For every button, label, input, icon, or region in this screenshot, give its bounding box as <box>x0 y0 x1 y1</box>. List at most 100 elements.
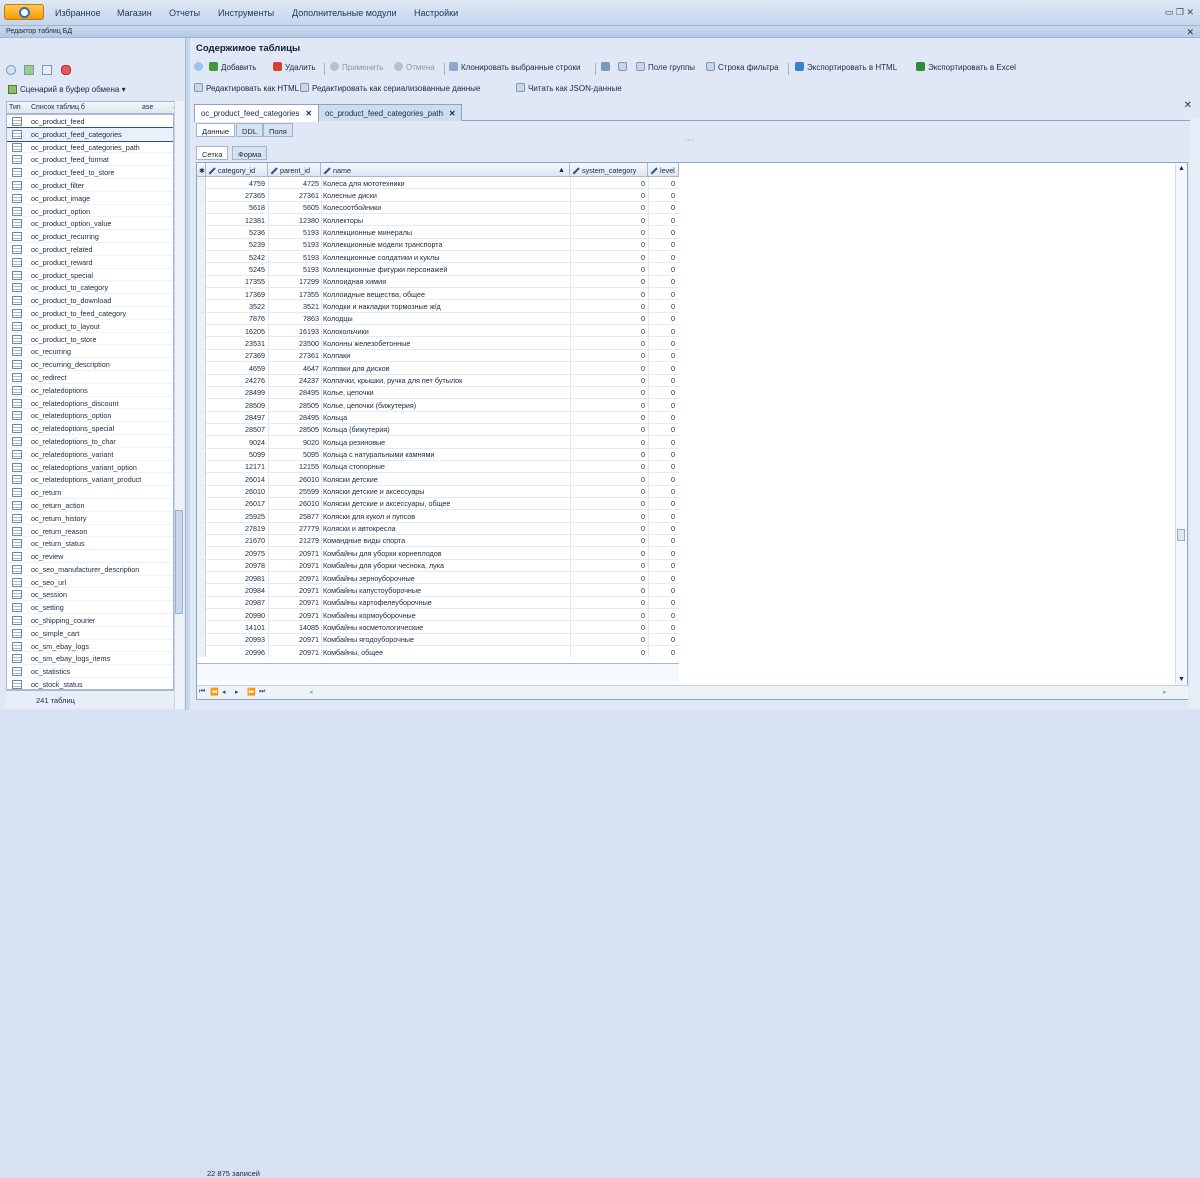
cell-parent-id[interactable]: 12155 <box>299 462 319 471</box>
next-page-icon[interactable]: ⏩ <box>247 688 256 696</box>
table-row[interactable]: 9024 9020 Кольца резиновые 0 0 <box>197 436 679 449</box>
cell-name[interactable]: Колье, цепочки <box>323 388 374 397</box>
cell-name[interactable]: Комбайны ягодоуборочные <box>323 635 414 644</box>
row-selector[interactable] <box>197 633 206 646</box>
col-parent-id[interactable]: parent_id <box>268 163 321 177</box>
table-list-item[interactable]: oc_product_image <box>7 192 173 205</box>
table-row[interactable]: 27819 27779 Коляски и автокресла 0 0 <box>197 522 679 535</box>
cell-name[interactable]: Коллекционные минералы <box>323 228 412 237</box>
cell-system-category[interactable]: 0 <box>641 364 645 373</box>
table-row[interactable]: 5099 5095 Кольца с натуральными камнями 0 0 <box>197 448 679 461</box>
table-list-item[interactable]: oc_return_reason <box>7 525 173 538</box>
row-selector[interactable] <box>197 621 206 634</box>
cell-name[interactable]: Колонны железобетонные <box>323 339 410 348</box>
table-row[interactable]: 20984 20971 Комбайны капустоуборочные 0 0 <box>197 584 679 597</box>
row-selector[interactable] <box>197 263 206 276</box>
menu-reports[interactable]: Отчеты <box>169 8 200 18</box>
table-list-item[interactable]: oc_product_reward <box>7 256 173 269</box>
row-selector[interactable] <box>197 399 206 412</box>
table-list-item[interactable]: oc_session <box>7 588 173 602</box>
cell-level[interactable]: 0 <box>671 203 675 212</box>
cell-parent-id[interactable]: 20971 <box>299 561 319 570</box>
cell-level[interactable]: 0 <box>671 290 675 299</box>
table-list-item[interactable]: oc_sm_ebay_logs_items <box>7 652 173 666</box>
col-level[interactable]: level <box>648 163 679 177</box>
clipboard-script-dropdown[interactable]: Сценарий в буфер обмена ▾ <box>8 85 126 94</box>
cell-name[interactable]: Колесные диски <box>323 191 377 200</box>
cell-system-category[interactable]: 0 <box>641 561 645 570</box>
row-selector[interactable] <box>197 325 206 338</box>
cell-parent-id[interactable]: 12380 <box>299 216 319 225</box>
cell-parent-id[interactable]: 28505 <box>299 401 319 410</box>
cell-parent-id[interactable]: 7863 <box>303 314 319 323</box>
cell-level[interactable]: 0 <box>671 549 675 558</box>
cell-name[interactable]: Кольца резиновые <box>323 438 385 447</box>
table-list-item[interactable]: oc_relatedoptions_discount <box>7 397 173 410</box>
panel-grip[interactable]: ···· <box>685 137 694 144</box>
cell-level[interactable]: 0 <box>671 487 675 496</box>
cell-level[interactable]: 0 <box>671 179 675 188</box>
cell-level[interactable]: 0 <box>671 351 675 360</box>
menu-settings[interactable]: Настройки <box>414 8 458 18</box>
cell-name[interactable]: Коляски детские и аксессуары, общее <box>323 499 450 508</box>
app-menu-button[interactable] <box>4 4 44 20</box>
table-row[interactable]: 26017 26010 Коляски детские и аксессуары, … <box>197 497 679 511</box>
cell-name[interactable]: Коляски и автокресла <box>323 524 396 533</box>
row-selector[interactable] <box>197 646 206 657</box>
tab-grid[interactable]: Сетка <box>196 146 229 160</box>
cell-system-category[interactable]: 0 <box>641 388 645 397</box>
cell-system-category[interactable]: 0 <box>641 425 645 434</box>
table-list-item[interactable]: oc_relatedoptions_option <box>7 409 173 423</box>
cell-parent-id[interactable]: 20971 <box>299 598 319 607</box>
cell-parent-id[interactable]: 28495 <box>299 388 319 397</box>
cell-name[interactable]: Комбайны для уборки корнеплодов <box>323 549 442 558</box>
prev-page-icon[interactable]: ⏪ <box>210 688 219 696</box>
next-record-icon[interactable]: ▸ <box>235 688 239 696</box>
table-row[interactable]: 12381 12380 Коллекторы 0 0 <box>197 214 679 227</box>
table-list-item[interactable]: oc_product_related <box>7 243 173 256</box>
cell-category-id[interactable]: 5099 <box>249 450 265 459</box>
table-row[interactable]: 5245 5193 Коллекционные фигурки персонажей… <box>197 263 679 276</box>
cell-category-id[interactable]: 28509 <box>245 401 265 410</box>
table-list-item[interactable]: oc_relatedoptions_variant_option <box>7 461 173 474</box>
table-row[interactable]: 26014 26010 Коляски детские 0 0 <box>197 473 679 486</box>
scroll-left-icon[interactable]: ◂ <box>309 688 313 696</box>
cell-name[interactable]: Комбайны косметологические <box>323 623 423 632</box>
table-row[interactable]: 20978 20971 Комбайны для уборки чеснока, л… <box>197 559 679 572</box>
table-list-item[interactable]: oc_product_option <box>7 205 173 218</box>
table-row[interactable]: 24276 24237 Колпачки, крышки, ручка для пе… <box>197 374 679 387</box>
table-row[interactable]: 5242 5193 Коллекционные солдатики и куклы 0… <box>197 251 679 264</box>
cell-level[interactable]: 0 <box>671 512 675 521</box>
cell-system-category[interactable]: 0 <box>641 228 645 237</box>
cell-system-category[interactable]: 0 <box>641 191 645 200</box>
table-list-item[interactable]: oc_product_option_value <box>7 217 173 231</box>
row-selector[interactable] <box>197 584 206 597</box>
cell-level[interactable]: 0 <box>671 191 675 200</box>
table-list-item[interactable]: oc_product_feed_categories <box>7 126 173 142</box>
cell-category-id[interactable]: 20984 <box>245 586 265 595</box>
table-row[interactable]: 20990 20971 Комбайны кормоуборочные 0 0 <box>197 609 679 622</box>
cell-system-category[interactable]: 0 <box>641 203 645 212</box>
cell-system-category[interactable]: 0 <box>641 290 645 299</box>
cell-category-id[interactable]: 4659 <box>249 364 265 373</box>
cell-category-id[interactable]: 5242 <box>249 253 265 262</box>
cell-category-id[interactable]: 25925 <box>245 512 265 521</box>
cell-parent-id[interactable]: 5193 <box>303 253 319 262</box>
row-selector[interactable] <box>197 251 206 264</box>
tab-ddl[interactable]: DDL <box>236 123 264 137</box>
table-list-item[interactable]: oc_statistics <box>7 665 173 679</box>
cell-category-id[interactable]: 5236 <box>249 228 265 237</box>
row-selector[interactable] <box>197 312 206 325</box>
scrollbar-thumb[interactable] <box>1177 529 1185 541</box>
cell-level[interactable]: 0 <box>671 277 675 286</box>
grid-vertical-scrollbar[interactable]: ▲ ▼ <box>1175 163 1187 685</box>
cell-system-category[interactable]: 0 <box>641 462 645 471</box>
filter-row-button[interactable]: Строка фильтра <box>706 62 779 72</box>
cell-parent-id[interactable]: 23500 <box>299 339 319 348</box>
table-row[interactable]: 27365 27361 Колесные диски 0 0 <box>197 189 679 202</box>
col-system-category[interactable]: system_category <box>570 163 648 177</box>
row-selector[interactable] <box>197 534 206 547</box>
table-list-item[interactable]: oc_product_to_feed_category <box>7 307 173 320</box>
cell-category-id[interactable]: 26010 <box>245 487 265 496</box>
cell-level[interactable]: 0 <box>671 462 675 471</box>
